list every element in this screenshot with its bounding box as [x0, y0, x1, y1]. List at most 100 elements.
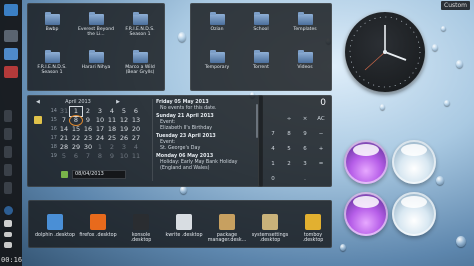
calendar-day[interactable]: 1: [69, 106, 83, 117]
launcher-app[interactable]: kwrite .desktop: [164, 214, 204, 238]
calculator-key[interactable]: 5: [281, 142, 297, 157]
calendar-day[interactable]: 13: [130, 116, 142, 125]
analog-clock[interactable]: [345, 12, 425, 92]
today-icon[interactable]: [61, 171, 68, 178]
calendar-day[interactable]: 11: [106, 116, 118, 125]
calendar-day[interactable]: 2: [106, 143, 118, 152]
calendar-day[interactable]: 25: [106, 134, 118, 143]
calculator-key[interactable]: 6: [297, 142, 313, 157]
calculator-key[interactable]: 3: [297, 157, 313, 172]
folder-item[interactable]: Ozian: [195, 12, 239, 52]
kde-menu-icon[interactable]: [4, 4, 18, 16]
calendar-day[interactable]: 9: [106, 152, 118, 161]
calendar-day[interactable]: 2: [82, 107, 94, 116]
calculator-key[interactable]: [281, 172, 297, 187]
calculator-key[interactable]: AC: [313, 112, 329, 127]
bubble-monitor-purple[interactable]: [344, 140, 388, 184]
calculator-key[interactable]: 7: [265, 127, 281, 142]
calendar-day[interactable]: 3: [118, 143, 130, 152]
calendar-day[interactable]: 22: [70, 134, 82, 143]
folder-item[interactable]: Torrent: [239, 50, 283, 90]
calendar-day[interactable]: 3: [94, 107, 106, 116]
prev-month-button[interactable]: ◀: [36, 99, 40, 105]
calendar-day[interactable]: 1: [94, 143, 106, 152]
calendar-day[interactable]: 20: [130, 125, 142, 134]
calendar-day[interactable]: 10: [94, 116, 106, 125]
custom-button[interactable]: Custom: [441, 1, 470, 10]
calculator-key[interactable]: 2: [281, 157, 297, 172]
launcher-app[interactable]: package manager.desk...: [207, 214, 247, 243]
calendar-day[interactable]: 11: [130, 152, 142, 161]
calendar-day[interactable]: 7: [82, 152, 94, 161]
battery-icon[interactable]: [4, 232, 12, 237]
taskbar-item[interactable]: [4, 110, 12, 122]
calculator-key[interactable]: 4: [265, 142, 281, 157]
taskbar-item[interactable]: [4, 146, 12, 158]
date-field[interactable]: 08/04/2013: [72, 170, 126, 179]
calendar-day[interactable]: 31: [58, 107, 70, 116]
launcher-app[interactable]: dolphin .desktop: [35, 214, 75, 238]
calculator-key[interactable]: [313, 172, 329, 187]
taskbar-item[interactable]: [4, 182, 12, 194]
launcher-app[interactable]: systemsettings .desktop: [250, 214, 290, 243]
taskbar-item[interactable]: [4, 128, 12, 140]
calendar-day[interactable]: 17: [94, 125, 106, 134]
calculator-key[interactable]: 9: [297, 127, 313, 142]
folder-item[interactable]: Marco a Wild (Bear Grylls): [118, 50, 162, 90]
calculator-key[interactable]: 1: [265, 157, 281, 172]
calendar-day[interactable]: 6: [130, 107, 142, 116]
calendar-day[interactable]: 24: [94, 134, 106, 143]
calendar-day[interactable]: 26: [118, 134, 130, 143]
network-icon[interactable]: [4, 220, 12, 227]
next-month-button[interactable]: ▶: [116, 99, 120, 105]
calendar-day[interactable]: 30: [82, 143, 94, 152]
calendar-day[interactable]: 27: [130, 134, 142, 143]
calendar-month[interactable]: April: [65, 99, 76, 105]
folder-item[interactable]: F.R.I.E.N.D.S. Season 1: [30, 50, 74, 90]
calendar-day[interactable]: 8: [94, 152, 106, 161]
taskbar-item[interactable]: [4, 164, 12, 176]
launcher-app[interactable]: firefox .desktop: [78, 214, 118, 238]
calendar-day[interactable]: 29: [70, 143, 82, 152]
calendar-side-icon[interactable]: [34, 116, 42, 124]
calendar-day[interactable]: 21: [58, 134, 70, 143]
calculator-key[interactable]: ×: [297, 112, 313, 127]
calendar-day[interactable]: 8: [69, 115, 83, 126]
calendar-day[interactable]: 5: [118, 107, 130, 116]
system-monitor-icon[interactable]: [4, 30, 18, 42]
calculator-key[interactable]: 0: [265, 172, 281, 187]
calendar-day[interactable]: 12: [118, 116, 130, 125]
calendar-day[interactable]: 10: [118, 152, 130, 161]
calendar-day[interactable]: 6: [70, 152, 82, 161]
volume-icon[interactable]: [4, 242, 12, 248]
calculator-key[interactable]: −: [313, 127, 329, 142]
bubble-monitor-clear[interactable]: [392, 192, 436, 236]
folder-item[interactable]: Everest Beyond the Li...: [74, 12, 118, 52]
folder-item[interactable]: F.R.I.E.N.D.S. Season 1: [118, 12, 162, 52]
bubble-monitor-purple[interactable]: [344, 192, 388, 236]
calendar-day[interactable]: 18: [106, 125, 118, 134]
folder-item[interactable]: Temporary: [195, 50, 239, 90]
file-manager-icon[interactable]: [4, 48, 18, 60]
folder-item[interactable]: Videos: [283, 50, 327, 90]
folder-item[interactable]: Templates: [283, 12, 327, 52]
calendar-day[interactable]: 4: [106, 107, 118, 116]
folder-item[interactable]: Bwbp: [30, 12, 74, 52]
calculator-key[interactable]: [265, 112, 281, 127]
calendar-day[interactable]: 23: [82, 134, 94, 143]
bubble-monitor-clear[interactable]: [392, 140, 436, 184]
calculator-key[interactable]: +: [313, 142, 329, 157]
calendar-day[interactable]: 5: [58, 152, 70, 161]
calendar-day[interactable]: 16: [82, 125, 94, 134]
calculator-key[interactable]: =: [313, 157, 329, 172]
calculator-key[interactable]: ÷: [281, 112, 297, 127]
calendar-day[interactable]: 14: [58, 125, 70, 134]
calendar-day[interactable]: 15: [70, 125, 82, 134]
info-icon[interactable]: [4, 206, 13, 215]
calendar-day[interactable]: 19: [118, 125, 130, 134]
calculator-key[interactable]: .: [297, 172, 313, 187]
folder-item[interactable]: Harari Nihya: [74, 50, 118, 90]
calendar-year[interactable]: 2013: [78, 99, 91, 105]
calculator-key[interactable]: 8: [281, 127, 297, 142]
calendar-day[interactable]: 9: [82, 116, 94, 125]
